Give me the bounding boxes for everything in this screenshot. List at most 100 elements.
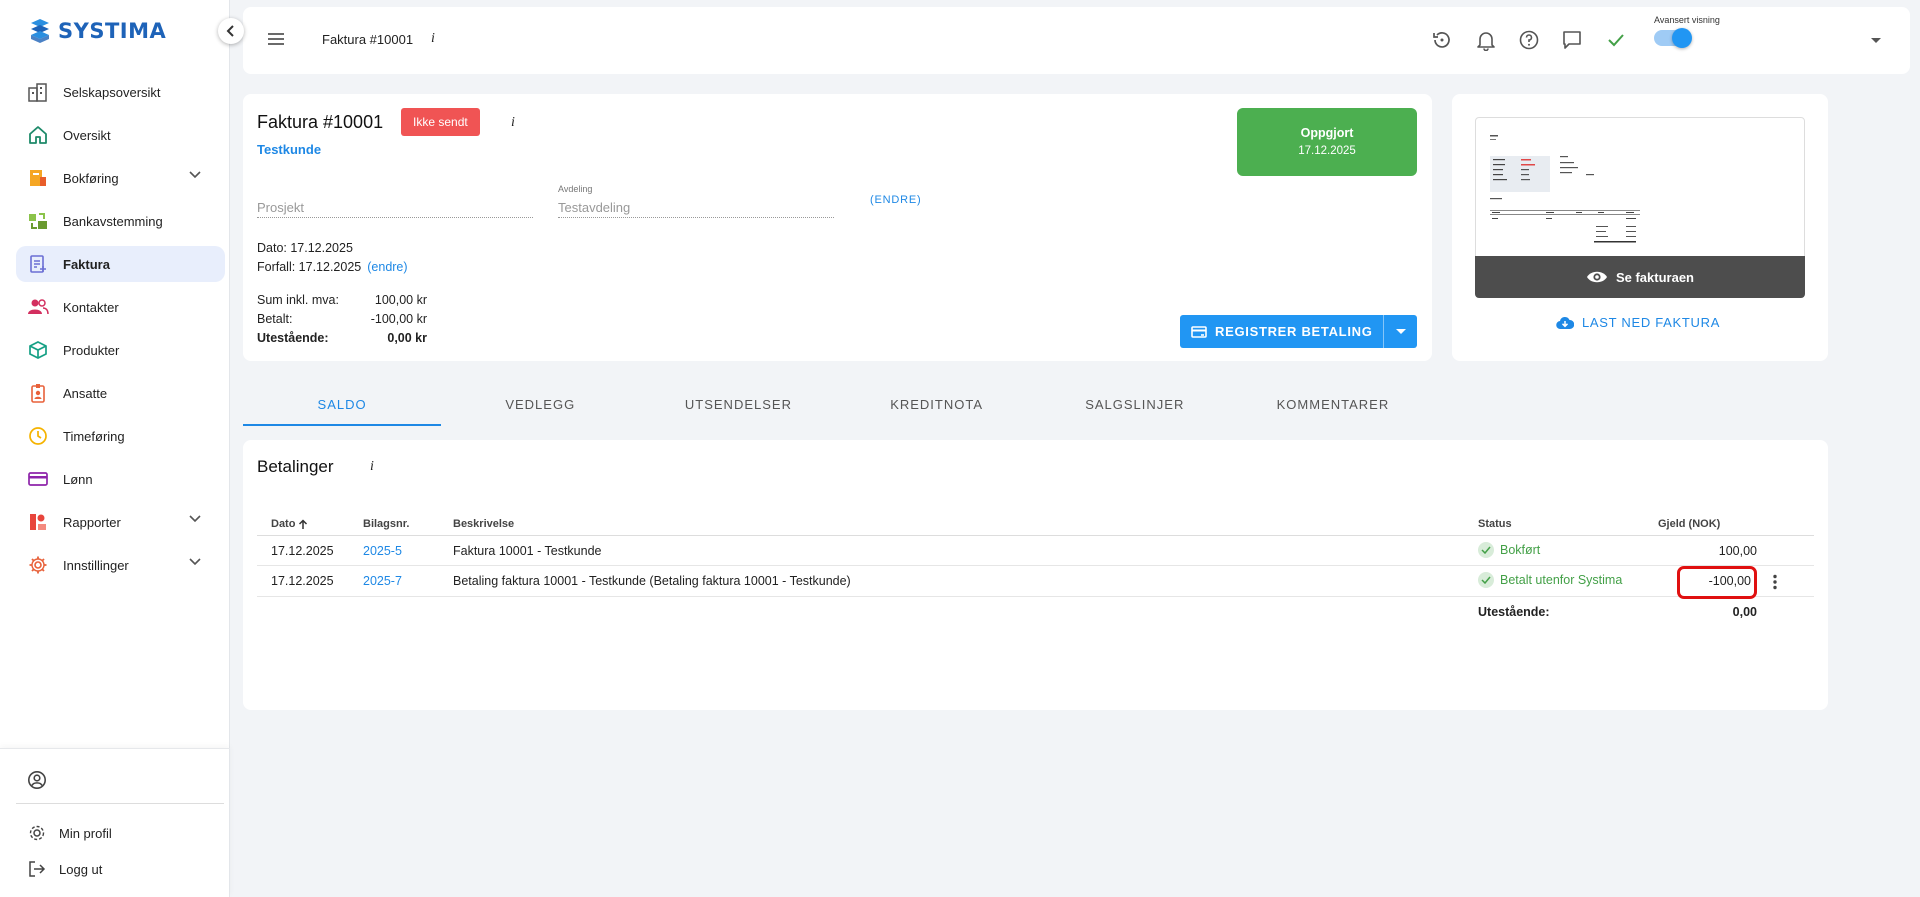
department-value: Testavdeling (558, 200, 631, 215)
status-column-header[interactable]: Status (1478, 518, 1512, 530)
payments-card: Betalinger i Dato Bilagsnr. Beskrivelse … (243, 440, 1828, 710)
view-invoice-button[interactable]: Se fakturaen (1475, 256, 1805, 298)
tab-vedlegg[interactable]: VEDLEGG (441, 387, 639, 427)
tab-kreditnota[interactable]: KREDITNOTA (838, 387, 1036, 427)
sidebar-item-label: Lønn (63, 471, 93, 487)
sidebar-item-bankavstemming[interactable]: Bankavstemming (16, 203, 225, 239)
register-payment-main[interactable]: REGISTRER BETALING (1180, 324, 1383, 339)
change-project-department-button[interactable]: (ENDRE) (870, 194, 921, 206)
sidebar-item-label: Bokføring (63, 170, 119, 186)
sidebar-bottom: Min profil Logg ut (0, 748, 230, 897)
download-invoice-button[interactable]: LAST NED FAKTURA (1556, 315, 1720, 330)
sidebar-item-label: Bankavstemming (63, 213, 163, 229)
download-invoice-label: LAST NED FAKTURA (1582, 315, 1721, 330)
toggle-knob (1672, 28, 1692, 48)
page-title: Faktura #10001 (322, 32, 414, 47)
logout-link[interactable]: Logg ut (27, 859, 102, 879)
sidebar-item-timeforing[interactable]: Timeføring (16, 418, 225, 454)
description-column-header[interactable]: Beskrivelse (453, 518, 514, 530)
paid-row: Betalt: -100,00 kr (257, 310, 427, 329)
voucher-column-header[interactable]: Bilagsnr. (363, 518, 409, 530)
project-field[interactable]: Prosjekt (257, 196, 533, 218)
sort-by-date-header[interactable]: Dato (271, 518, 308, 530)
invoice-card: Faktura #10001 Ikke sendt i Testkunde Pr… (243, 94, 1432, 361)
tab-salgslinjer[interactable]: SALGSLINJER (1036, 387, 1234, 427)
due-date-row: Forfall: 17.12.2025 (endre) (257, 258, 408, 277)
debt-column-header[interactable]: Gjeld (NOK) (1658, 518, 1720, 530)
project-placeholder: Prosjekt (257, 200, 304, 215)
menu-icon[interactable] (267, 32, 285, 46)
employees-icon (27, 382, 49, 404)
top-bar: Faktura #10001 i Avansert visning (243, 7, 1910, 74)
advanced-view-toggle[interactable] (1654, 28, 1692, 48)
sidebar-item-label: Kontakter (63, 299, 119, 315)
my-profile-link[interactable]: Min profil (27, 823, 112, 843)
sidebar-item-selskapsoversikt[interactable]: Selskapsoversikt (16, 74, 225, 110)
register-payment-dropdown[interactable] (1383, 315, 1417, 348)
sidebar-item-kontakter[interactable]: Kontakter (16, 289, 225, 325)
register-payment-button[interactable]: REGISTRER BETALING (1180, 315, 1417, 348)
payments-table: Dato Bilagsnr. Beskrivelse Status Gjeld … (257, 512, 1814, 627)
notification-bell-icon[interactable] (1475, 29, 1497, 51)
chat-icon[interactable] (1561, 29, 1583, 51)
status-badge: Ikke sendt (401, 108, 480, 136)
bookkeeping-icon (27, 167, 49, 189)
chevron-down-icon[interactable] (189, 558, 201, 566)
cloud-download-icon (1556, 316, 1574, 329)
row-date: 17.12.2025 (271, 574, 334, 588)
invoice-preview-card: Se fakturaen LAST NED FAKTURA (1452, 94, 1828, 361)
payment-card-icon (1191, 325, 1207, 338)
info-icon[interactable]: i (511, 115, 515, 131)
invoice-dates: Dato: 17.12.2025 Forfall: 17.12.2025 (end… (257, 239, 408, 277)
customer-link[interactable]: Testkunde (257, 142, 321, 157)
brand-name: SYSTIMA (58, 19, 167, 43)
paid-value: -100,00 kr (370, 312, 427, 326)
change-due-date-link[interactable]: (endre) (367, 260, 407, 274)
reports-icon (27, 511, 49, 533)
tab-utsendelser[interactable]: UTSENDELSER (639, 387, 837, 427)
brand-logo[interactable]: SYSTIMA (28, 18, 166, 44)
sidebar-item-label: Produkter (63, 342, 120, 358)
footer-outstanding-label: Utestående: (1478, 605, 1550, 619)
sidebar-item-lonn[interactable]: Lønn (16, 461, 225, 497)
eye-icon (1586, 271, 1607, 283)
row-status-label: Bokført (1500, 543, 1541, 557)
sidebar-item-oversikt[interactable]: Oversikt (16, 117, 225, 153)
more-options-icon[interactable] (1772, 574, 1778, 590)
sidebar-item-rapporter[interactable]: Rapporter (16, 504, 225, 540)
chevron-down-icon[interactable] (189, 171, 201, 179)
payments-title: Betalinger (257, 457, 334, 476)
user-avatar-icon[interactable] (27, 770, 47, 793)
sidebar-item-label: Timeføring (63, 428, 125, 444)
tab-kommentarer[interactable]: KOMMENTARER (1234, 387, 1432, 427)
invoice-tabs: SALDO VEDLEGG UTSENDELSER KREDITNOTA SAL… (243, 387, 1432, 427)
history-icon[interactable] (1431, 29, 1453, 51)
table-header: Dato Bilagsnr. Beskrivelse Status Gjeld … (257, 512, 1814, 536)
help-icon[interactable] (1518, 29, 1540, 51)
info-icon[interactable]: i (431, 31, 435, 47)
sidebar-item-faktura[interactable]: Faktura (16, 246, 225, 282)
sidebar-item-label: Faktura (63, 256, 110, 272)
account-dropdown-arrow[interactable] (1871, 38, 1881, 43)
sidebar-item-ansatte[interactable]: Ansatte (16, 375, 225, 411)
settings-gear-icon (27, 554, 49, 576)
date-column-label: Dato (271, 518, 296, 530)
department-label: Avdeling (558, 184, 593, 194)
voucher-link[interactable]: 2025-7 (363, 574, 402, 588)
info-icon[interactable]: i (370, 459, 374, 475)
tab-saldo[interactable]: SALDO (243, 387, 442, 427)
collapse-sidebar-button[interactable] (218, 18, 244, 44)
settled-status-box[interactable]: Oppgjort 17.12.2025 (1237, 108, 1417, 176)
voucher-link[interactable]: 2025-5 (363, 544, 402, 558)
sidebar-item-bokforing[interactable]: Bokføring (16, 160, 225, 196)
department-field[interactable]: Avdeling Testavdeling (558, 184, 834, 218)
payroll-card-icon (27, 468, 49, 490)
sidebar-item-produkter[interactable]: Produkter (16, 332, 225, 368)
chevron-down-icon[interactable] (189, 515, 201, 523)
sidebar-item-label: Innstillinger (63, 557, 129, 573)
sidebar-item-innstillinger[interactable]: Innstillinger (16, 547, 225, 583)
sync-check-icon[interactable] (1605, 29, 1627, 51)
sidebar-item-label: Oversikt (63, 127, 111, 143)
row-debt: 100,00 (1718, 544, 1757, 558)
home-icon (27, 124, 49, 146)
